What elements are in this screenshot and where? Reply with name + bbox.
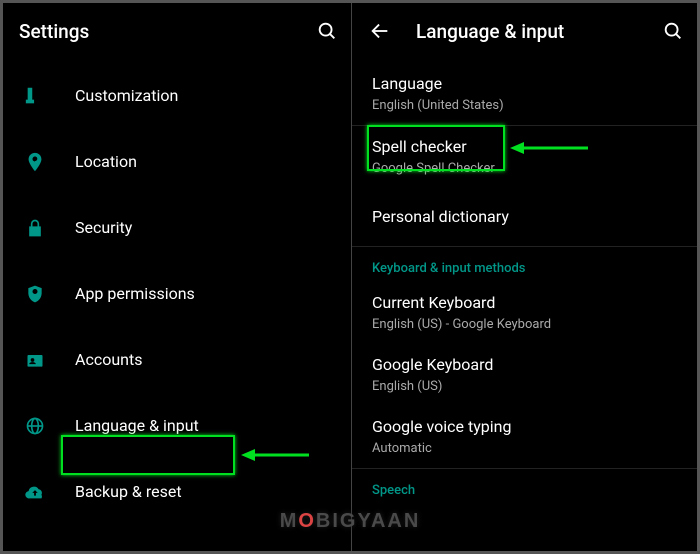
item-language[interactable]: Language English (United States) [352, 63, 697, 125]
account-icon [23, 348, 47, 372]
item-label: Security [75, 217, 335, 239]
item-label: Language [372, 73, 681, 95]
item-sublabel: English (US) [372, 378, 681, 396]
search-icon[interactable] [315, 20, 339, 42]
item-label: Language & input [75, 415, 335, 437]
language-input-list: Language English (United States) Spell c… [352, 59, 697, 504]
globe-icon [23, 414, 47, 438]
brush-icon [23, 84, 47, 108]
item-google-voice-typing[interactable]: Google voice typing Automatic [352, 406, 697, 468]
item-google-keyboard[interactable]: Google Keyboard English (US) [352, 344, 697, 406]
item-sublabel: Automatic [372, 440, 681, 458]
item-label: Spell checker [372, 136, 681, 158]
item-label: Accounts [75, 349, 335, 371]
settings-item-security[interactable]: Security [3, 195, 351, 261]
settings-title: Settings [19, 20, 315, 43]
back-icon[interactable] [368, 20, 392, 42]
item-label: App permissions [75, 283, 335, 305]
language-input-panel: Language & input Language English (Unite… [351, 3, 697, 551]
item-label: Google Keyboard [372, 354, 681, 376]
settings-header: Settings [3, 3, 351, 59]
watermark: MOBIGYAAN [280, 510, 421, 533]
settings-item-app-permissions[interactable]: App permissions [3, 261, 351, 327]
place-icon [23, 150, 47, 174]
subheader-speech: Speech [352, 469, 697, 504]
item-current-keyboard[interactable]: Current Keyboard English (US) - Google K… [352, 282, 697, 344]
item-label: Current Keyboard [372, 292, 681, 314]
settings-list: Customization Location Security App perm… [3, 59, 351, 525]
item-sublabel: Google Spell Checker [372, 160, 681, 178]
shield-icon [23, 282, 47, 306]
item-label: Backup & reset [75, 481, 335, 503]
item-label: Location [75, 151, 335, 173]
item-label: Google voice typing [372, 416, 681, 438]
item-label: Customization [75, 85, 335, 107]
settings-item-accounts[interactable]: Accounts [3, 327, 351, 393]
settings-panel: Settings Customization Location Security [3, 3, 351, 551]
item-sublabel: English (US) - Google Keyboard [372, 316, 681, 334]
lock-icon [23, 216, 47, 240]
subheader-keyboard-input: Keyboard & input methods [352, 247, 697, 282]
language-input-header: Language & input [352, 3, 697, 59]
language-input-title: Language & input [416, 20, 661, 43]
item-label: Personal dictionary [372, 206, 681, 228]
item-spell-checker[interactable]: Spell checker Google Spell Checker [352, 126, 697, 188]
cloud-upload-icon [23, 480, 47, 504]
item-sublabel: English (United States) [372, 97, 681, 115]
search-icon[interactable] [661, 20, 685, 42]
settings-item-location[interactable]: Location [3, 129, 351, 195]
settings-item-language-input[interactable]: Language & input [3, 393, 351, 459]
item-personal-dictionary[interactable]: Personal dictionary [352, 188, 697, 246]
settings-item-customization[interactable]: Customization [3, 63, 351, 129]
